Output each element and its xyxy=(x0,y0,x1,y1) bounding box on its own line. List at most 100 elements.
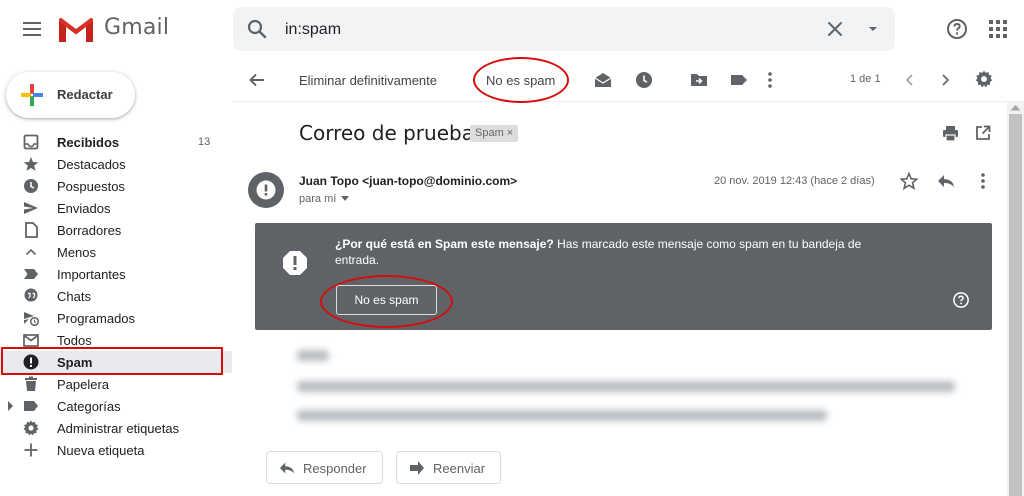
unread-count: 13 xyxy=(198,136,211,148)
snooze-icon[interactable] xyxy=(635,71,653,89)
message-more-icon[interactable] xyxy=(974,172,992,190)
sidebar-item-label: Menos xyxy=(57,245,97,260)
star-message-icon[interactable] xyxy=(900,172,918,190)
inbox-icon xyxy=(22,134,40,150)
sidebar-item-label: Administrar etiquetas xyxy=(57,421,180,436)
sidebar-item-label: Nueva etiqueta xyxy=(57,443,145,458)
forward-icon xyxy=(409,460,425,476)
sidebar-item-new-label[interactable]: Nueva etiqueta xyxy=(0,439,232,461)
scrollbar-thumb[interactable] xyxy=(1009,114,1022,496)
newer-icon[interactable] xyxy=(904,73,916,87)
sidebar-item-trash[interactable]: Papelera xyxy=(0,373,232,395)
labels-icon[interactable] xyxy=(730,71,748,89)
blurred-message-body xyxy=(285,340,985,440)
sender-avatar[interactable] xyxy=(248,172,284,208)
spam-warning-banner: ¿Por qué está en Spam este mensaje? Has … xyxy=(255,223,992,330)
sidebar-item-label: Importantes xyxy=(57,267,126,282)
forward-button[interactable]: Reenviar xyxy=(396,451,501,484)
sidebar-item-scheduled[interactable]: Programados xyxy=(0,307,232,329)
sidebar-item-label: Borradores xyxy=(57,223,122,238)
label-important-icon xyxy=(22,266,40,282)
details-dropdown-icon[interactable] xyxy=(341,196,350,202)
spam-reason-text: ¿Por qué está en Spam este mensaje? Has … xyxy=(335,236,895,268)
sidebar-item-manage-labels[interactable]: Administrar etiquetas xyxy=(0,417,232,439)
report-icon xyxy=(22,354,40,370)
search-options-icon[interactable] xyxy=(861,17,885,41)
compose-label: Redactar xyxy=(57,87,113,102)
sidebar-item-label: Todos xyxy=(57,333,92,348)
schedule-send-icon xyxy=(22,310,40,326)
app-title: Gmail xyxy=(104,15,170,40)
label-icon xyxy=(22,398,40,414)
scroll-up-arrow-icon[interactable] xyxy=(1010,104,1021,111)
reply-button[interactable]: Responder xyxy=(266,451,383,484)
sidebar-item-label: Spam xyxy=(57,355,93,370)
top-bar: Gmail xyxy=(0,0,1024,58)
forward-label: Reenviar xyxy=(433,461,486,476)
search-bar[interactable] xyxy=(233,7,895,51)
sidebar-item-label: Papelera xyxy=(57,377,110,392)
help-icon[interactable] xyxy=(945,17,969,41)
sidebar-item-label: Programados xyxy=(57,311,136,326)
remove-label-icon[interactable]: × xyxy=(507,127,513,139)
sidebar-item-spam[interactable]: Spam xyxy=(0,351,232,373)
trash-icon xyxy=(22,376,40,392)
sidebar-item-starred[interactable]: Destacados xyxy=(0,153,232,175)
sidebar-item-label: Destacados xyxy=(57,157,126,172)
sidebar-item-snoozed[interactable]: Pospuestos xyxy=(0,175,232,197)
plus-icon xyxy=(22,442,40,458)
spam-chip-label: Spam xyxy=(475,127,504,139)
sidebar-item-inbox[interactable]: Recibidos 13 xyxy=(0,131,232,153)
more-options-icon[interactable] xyxy=(767,71,773,89)
clear-search-icon[interactable] xyxy=(823,17,847,41)
sidebar-item-less[interactable]: Menos xyxy=(0,241,232,263)
send-icon xyxy=(22,200,40,216)
gmail-logo-icon[interactable] xyxy=(58,17,94,43)
spam-label-chip: Spam × xyxy=(470,125,519,142)
expand-arrow-icon[interactable] xyxy=(8,401,14,411)
sidebar-item-sent[interactable]: Enviados xyxy=(0,197,232,219)
star-icon xyxy=(22,156,40,172)
settings-gear-icon[interactable] xyxy=(975,70,993,88)
search-input[interactable] xyxy=(285,19,825,41)
back-arrow-icon[interactable] xyxy=(248,71,266,89)
sidebar-item-drafts[interactable]: Borradores xyxy=(0,219,232,241)
apps-grid-icon[interactable] xyxy=(988,19,1008,39)
sidebar-item-label: Enviados xyxy=(57,201,111,216)
sidebar-item-important[interactable]: Importantes xyxy=(0,263,232,285)
paging-count: 1 de 1 xyxy=(850,73,881,85)
search-icon[interactable] xyxy=(245,17,269,41)
blurred-line xyxy=(297,410,827,421)
banner-help-icon[interactable] xyxy=(952,291,970,309)
message-toolbar: Eliminar definitivamente No es spam 1 de… xyxy=(232,58,1024,102)
reply-button-icon xyxy=(279,460,295,476)
blurred-line xyxy=(297,381,955,392)
sidebar-nav: Recibidos 13 Destacados Pospuestos Envia… xyxy=(0,131,232,461)
sender-name[interactable]: Juan Topo <juan-topo@dominio.com> xyxy=(299,174,517,188)
not-spam-button[interactable]: No es spam xyxy=(336,285,437,315)
move-to-icon[interactable] xyxy=(690,71,708,89)
not-spam-toolbar-button[interactable]: No es spam xyxy=(486,73,555,88)
spam-reason-question: ¿Por qué está en Spam este mensaje? xyxy=(335,237,554,251)
sidebar-item-all-mail[interactable]: Todos xyxy=(0,329,232,351)
print-icon[interactable] xyxy=(942,125,959,142)
sidebar-item-label: Pospuestos xyxy=(57,179,125,194)
mail-icon xyxy=(22,332,40,348)
reply-icon[interactable] xyxy=(937,172,955,190)
main-menu-icon[interactable] xyxy=(16,13,48,45)
warning-icon xyxy=(282,250,308,276)
reply-label: Responder xyxy=(303,461,367,476)
sidebar-item-label: Categorías xyxy=(57,399,121,414)
older-icon[interactable] xyxy=(939,73,951,87)
sidebar-item-categories[interactable]: Categorías xyxy=(0,395,232,417)
blurred-line xyxy=(297,350,329,361)
recipient-details[interactable]: para mí xyxy=(299,193,350,205)
sidebar-item-chats[interactable]: Chats xyxy=(0,285,232,307)
sidebar-item-label: Recibidos xyxy=(57,135,120,150)
sidebar-item-label: Chats xyxy=(57,289,91,304)
message-subject: Correo de prueba xyxy=(299,121,474,145)
open-new-window-icon[interactable] xyxy=(975,125,991,141)
compose-button[interactable]: Redactar xyxy=(6,72,135,118)
mark-unread-icon[interactable] xyxy=(594,71,612,89)
delete-forever-button[interactable]: Eliminar definitivamente xyxy=(299,73,437,88)
